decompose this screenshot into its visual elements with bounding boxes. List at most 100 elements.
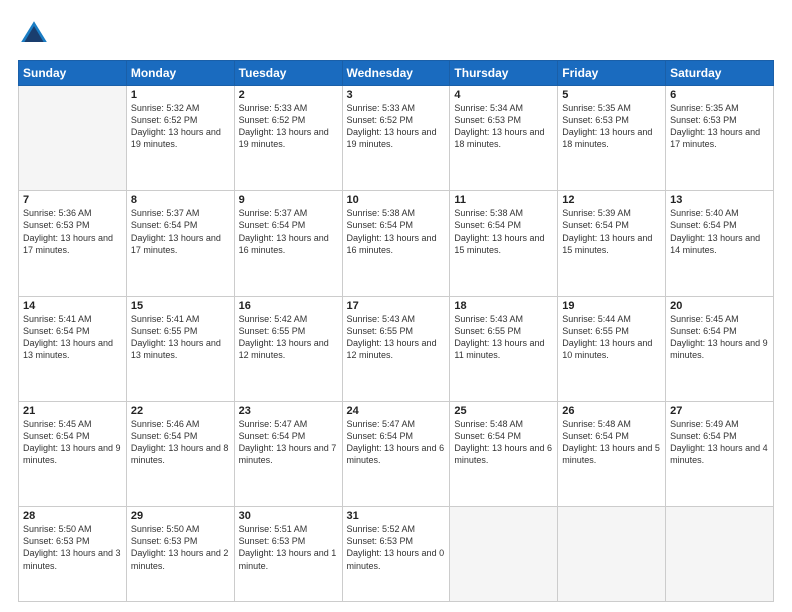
day-info: Sunrise: 5:32 AM Sunset: 6:52 PM Dayligh… <box>131 102 230 151</box>
weekday-tuesday: Tuesday <box>234 61 342 86</box>
calendar-cell <box>19 86 127 191</box>
day-number: 14 <box>23 300 122 312</box>
calendar-cell: 9 Sunrise: 5:37 AM Sunset: 6:54 PM Dayli… <box>234 191 342 296</box>
calendar-cell: 8 Sunrise: 5:37 AM Sunset: 6:54 PM Dayli… <box>126 191 234 296</box>
calendar-cell: 16 Sunrise: 5:42 AM Sunset: 6:55 PM Dayl… <box>234 296 342 401</box>
day-info: Sunrise: 5:50 AM Sunset: 6:53 PM Dayligh… <box>23 523 122 572</box>
calendar-cell: 12 Sunrise: 5:39 AM Sunset: 6:54 PM Dayl… <box>558 191 666 296</box>
day-info: Sunrise: 5:36 AM Sunset: 6:53 PM Dayligh… <box>23 207 122 256</box>
calendar-cell: 2 Sunrise: 5:33 AM Sunset: 6:52 PM Dayli… <box>234 86 342 191</box>
day-number: 10 <box>347 194 446 206</box>
calendar-cell: 24 Sunrise: 5:47 AM Sunset: 6:54 PM Dayl… <box>342 401 450 506</box>
day-number: 17 <box>347 300 446 312</box>
day-number: 25 <box>454 405 553 417</box>
day-info: Sunrise: 5:44 AM Sunset: 6:55 PM Dayligh… <box>562 313 661 362</box>
day-number: 18 <box>454 300 553 312</box>
page: SundayMondayTuesdayWednesdayThursdayFrid… <box>0 0 792 612</box>
day-number: 23 <box>239 405 338 417</box>
day-number: 6 <box>670 89 769 101</box>
calendar-cell: 5 Sunrise: 5:35 AM Sunset: 6:53 PM Dayli… <box>558 86 666 191</box>
day-info: Sunrise: 5:38 AM Sunset: 6:54 PM Dayligh… <box>347 207 446 256</box>
weekday-saturday: Saturday <box>666 61 774 86</box>
calendar-cell: 1 Sunrise: 5:32 AM Sunset: 6:52 PM Dayli… <box>126 86 234 191</box>
day-info: Sunrise: 5:45 AM Sunset: 6:54 PM Dayligh… <box>23 418 122 467</box>
calendar-cell: 17 Sunrise: 5:43 AM Sunset: 6:55 PM Dayl… <box>342 296 450 401</box>
calendar-cell: 30 Sunrise: 5:51 AM Sunset: 6:53 PM Dayl… <box>234 507 342 602</box>
day-info: Sunrise: 5:40 AM Sunset: 6:54 PM Dayligh… <box>670 207 769 256</box>
calendar-cell: 27 Sunrise: 5:49 AM Sunset: 6:54 PM Dayl… <box>666 401 774 506</box>
calendar-cell: 23 Sunrise: 5:47 AM Sunset: 6:54 PM Dayl… <box>234 401 342 506</box>
day-number: 28 <box>23 510 122 522</box>
day-info: Sunrise: 5:38 AM Sunset: 6:54 PM Dayligh… <box>454 207 553 256</box>
day-info: Sunrise: 5:39 AM Sunset: 6:54 PM Dayligh… <box>562 207 661 256</box>
day-info: Sunrise: 5:47 AM Sunset: 6:54 PM Dayligh… <box>239 418 338 467</box>
day-number: 3 <box>347 89 446 101</box>
day-info: Sunrise: 5:34 AM Sunset: 6:53 PM Dayligh… <box>454 102 553 151</box>
header <box>18 18 774 50</box>
logo-icon <box>18 18 50 50</box>
calendar-cell: 7 Sunrise: 5:36 AM Sunset: 6:53 PM Dayli… <box>19 191 127 296</box>
day-info: Sunrise: 5:33 AM Sunset: 6:52 PM Dayligh… <box>347 102 446 151</box>
day-info: Sunrise: 5:43 AM Sunset: 6:55 PM Dayligh… <box>347 313 446 362</box>
weekday-friday: Friday <box>558 61 666 86</box>
day-number: 29 <box>131 510 230 522</box>
day-number: 22 <box>131 405 230 417</box>
day-info: Sunrise: 5:46 AM Sunset: 6:54 PM Dayligh… <box>131 418 230 467</box>
calendar-cell: 14 Sunrise: 5:41 AM Sunset: 6:54 PM Dayl… <box>19 296 127 401</box>
day-number: 24 <box>347 405 446 417</box>
weekday-wednesday: Wednesday <box>342 61 450 86</box>
day-number: 15 <box>131 300 230 312</box>
day-number: 21 <box>23 405 122 417</box>
day-number: 19 <box>562 300 661 312</box>
week-row-3: 21 Sunrise: 5:45 AM Sunset: 6:54 PM Dayl… <box>19 401 774 506</box>
calendar-cell: 28 Sunrise: 5:50 AM Sunset: 6:53 PM Dayl… <box>19 507 127 602</box>
calendar-cell: 18 Sunrise: 5:43 AM Sunset: 6:55 PM Dayl… <box>450 296 558 401</box>
weekday-sunday: Sunday <box>19 61 127 86</box>
day-info: Sunrise: 5:35 AM Sunset: 6:53 PM Dayligh… <box>670 102 769 151</box>
day-info: Sunrise: 5:48 AM Sunset: 6:54 PM Dayligh… <box>562 418 661 467</box>
day-number: 26 <box>562 405 661 417</box>
calendar-cell <box>558 507 666 602</box>
calendar-cell: 10 Sunrise: 5:38 AM Sunset: 6:54 PM Dayl… <box>342 191 450 296</box>
week-row-2: 14 Sunrise: 5:41 AM Sunset: 6:54 PM Dayl… <box>19 296 774 401</box>
day-info: Sunrise: 5:48 AM Sunset: 6:54 PM Dayligh… <box>454 418 553 467</box>
calendar-cell: 4 Sunrise: 5:34 AM Sunset: 6:53 PM Dayli… <box>450 86 558 191</box>
day-info: Sunrise: 5:41 AM Sunset: 6:54 PM Dayligh… <box>23 313 122 362</box>
calendar-cell <box>666 507 774 602</box>
calendar-cell: 21 Sunrise: 5:45 AM Sunset: 6:54 PM Dayl… <box>19 401 127 506</box>
day-number: 12 <box>562 194 661 206</box>
weekday-header-row: SundayMondayTuesdayWednesdayThursdayFrid… <box>19 61 774 86</box>
day-info: Sunrise: 5:43 AM Sunset: 6:55 PM Dayligh… <box>454 313 553 362</box>
day-number: 9 <box>239 194 338 206</box>
day-number: 11 <box>454 194 553 206</box>
day-info: Sunrise: 5:35 AM Sunset: 6:53 PM Dayligh… <box>562 102 661 151</box>
calendar-cell: 11 Sunrise: 5:38 AM Sunset: 6:54 PM Dayl… <box>450 191 558 296</box>
day-info: Sunrise: 5:37 AM Sunset: 6:54 PM Dayligh… <box>239 207 338 256</box>
weekday-monday: Monday <box>126 61 234 86</box>
day-info: Sunrise: 5:41 AM Sunset: 6:55 PM Dayligh… <box>131 313 230 362</box>
day-number: 7 <box>23 194 122 206</box>
day-number: 13 <box>670 194 769 206</box>
calendar-cell: 26 Sunrise: 5:48 AM Sunset: 6:54 PM Dayl… <box>558 401 666 506</box>
day-number: 4 <box>454 89 553 101</box>
day-info: Sunrise: 5:51 AM Sunset: 6:53 PM Dayligh… <box>239 523 338 572</box>
weekday-thursday: Thursday <box>450 61 558 86</box>
day-number: 8 <box>131 194 230 206</box>
day-info: Sunrise: 5:52 AM Sunset: 6:53 PM Dayligh… <box>347 523 446 572</box>
calendar-cell <box>450 507 558 602</box>
day-info: Sunrise: 5:49 AM Sunset: 6:54 PM Dayligh… <box>670 418 769 467</box>
day-number: 20 <box>670 300 769 312</box>
calendar-cell: 19 Sunrise: 5:44 AM Sunset: 6:55 PM Dayl… <box>558 296 666 401</box>
logo <box>18 18 54 50</box>
day-info: Sunrise: 5:42 AM Sunset: 6:55 PM Dayligh… <box>239 313 338 362</box>
day-info: Sunrise: 5:37 AM Sunset: 6:54 PM Dayligh… <box>131 207 230 256</box>
calendar-cell: 3 Sunrise: 5:33 AM Sunset: 6:52 PM Dayli… <box>342 86 450 191</box>
week-row-1: 7 Sunrise: 5:36 AM Sunset: 6:53 PM Dayli… <box>19 191 774 296</box>
day-info: Sunrise: 5:47 AM Sunset: 6:54 PM Dayligh… <box>347 418 446 467</box>
day-info: Sunrise: 5:50 AM Sunset: 6:53 PM Dayligh… <box>131 523 230 572</box>
calendar-table: SundayMondayTuesdayWednesdayThursdayFrid… <box>18 60 774 602</box>
day-number: 2 <box>239 89 338 101</box>
calendar-cell: 13 Sunrise: 5:40 AM Sunset: 6:54 PM Dayl… <box>666 191 774 296</box>
day-number: 1 <box>131 89 230 101</box>
day-number: 30 <box>239 510 338 522</box>
